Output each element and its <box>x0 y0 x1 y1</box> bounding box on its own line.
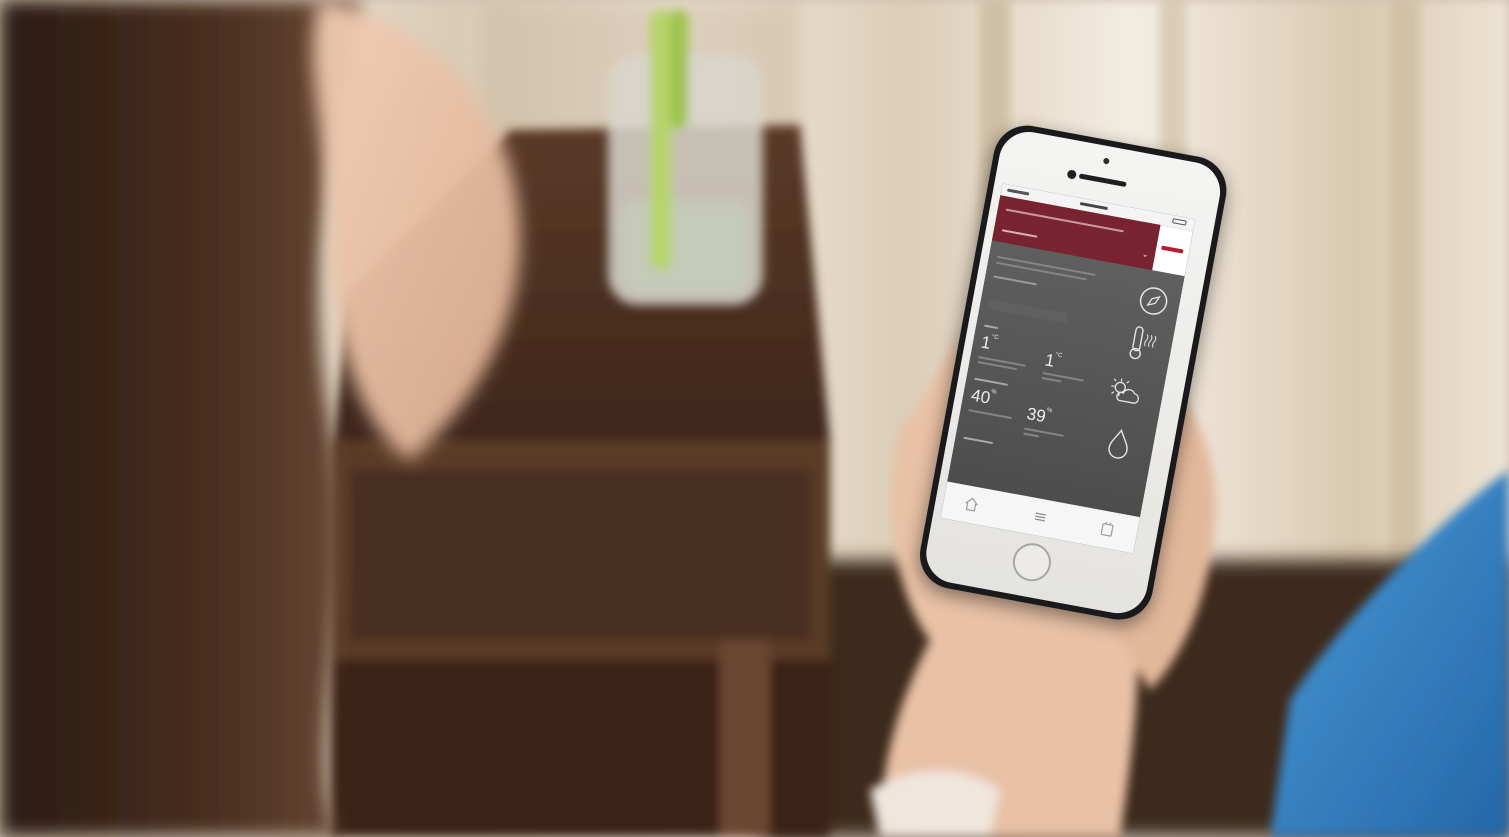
chevron-down-icon[interactable]: ⌄ <box>1141 249 1149 259</box>
reading-4-unit: % <box>1046 407 1053 415</box>
signal-icon <box>1007 188 1030 196</box>
reading-2: 1°C <box>1043 350 1063 373</box>
reading-3-unit: % <box>990 389 998 396</box>
photo-scene: ⌄ 1°C 1°C 40% 39% <box>0 0 1509 837</box>
reading-4: 39% <box>1025 403 1053 428</box>
reading-2-value: 1 <box>1043 350 1057 371</box>
link-line[interactable] <box>993 275 1037 286</box>
menu-tab-icon[interactable] <box>1031 508 1050 527</box>
background-photo <box>0 0 1509 837</box>
thermometer-icon[interactable] <box>1121 321 1161 371</box>
reading-3-value: 40 <box>969 385 992 408</box>
text-line <box>1023 432 1040 438</box>
battery-icon <box>1172 218 1187 226</box>
reading-4-value: 39 <box>1025 403 1048 427</box>
compass-icon[interactable] <box>1134 282 1172 324</box>
reading-1-value: 1 <box>979 332 993 353</box>
text-line <box>1041 376 1062 383</box>
reading-2-unit: °C <box>1055 352 1063 360</box>
header-subtitle-blur <box>1001 229 1038 238</box>
reading-1-unit: °C <box>991 334 999 342</box>
time-blur <box>1079 202 1108 211</box>
section-label-blur <box>963 436 994 445</box>
home-tab-icon[interactable] <box>962 495 981 514</box>
section-label-blur <box>974 377 1009 386</box>
settings-tab-icon[interactable] <box>1098 520 1117 539</box>
weather-icon[interactable] <box>1105 375 1145 416</box>
section-label-blur <box>984 324 999 330</box>
text-line <box>968 409 1013 420</box>
droplet-icon[interactable] <box>1101 425 1136 468</box>
hair <box>0 0 360 837</box>
reading-1: 1°C <box>979 332 999 355</box>
brand-logo-mark <box>1161 245 1184 254</box>
divider-shade <box>987 299 1068 324</box>
reading-3: 40% <box>969 385 998 410</box>
